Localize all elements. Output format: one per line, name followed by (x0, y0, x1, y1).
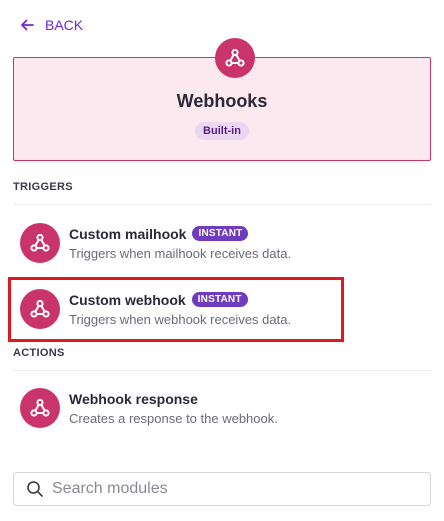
search-field[interactable] (13, 472, 431, 506)
back-button[interactable]: BACK (20, 17, 83, 33)
triggers-divider (13, 204, 431, 205)
actions-section-label: ACTIONS (13, 347, 65, 359)
module-title: Custom mailhook (69, 225, 187, 242)
module-description: Triggers when mailhook receives data. (69, 245, 292, 261)
module-description: Creates a response to the webhook. (69, 410, 278, 426)
back-label: BACK (45, 17, 84, 33)
search-input[interactable] (52, 480, 412, 498)
webhook-icon (20, 223, 60, 263)
app-header-card: Webhooks Built-in (13, 38, 431, 161)
module-custom-mailhook[interactable]: Custom mailhook INSTANT Triggers when ma… (20, 218, 420, 268)
instant-badge: INSTANT (192, 226, 249, 241)
actions-divider (13, 370, 431, 371)
module-title: Webhook response (69, 390, 198, 407)
webhook-icon (215, 38, 255, 78)
selection-highlight (8, 277, 344, 342)
builtin-badge: Built-in (195, 122, 249, 140)
app-title: Webhooks (176, 91, 268, 111)
webhook-icon (20, 388, 60, 428)
module-webhook-response[interactable]: Webhook response Creates a response to t… (20, 383, 420, 433)
triggers-section-label: TRIGGERS (13, 181, 73, 193)
arrow-left-icon (21, 19, 34, 31)
search-icon (27, 481, 43, 497)
